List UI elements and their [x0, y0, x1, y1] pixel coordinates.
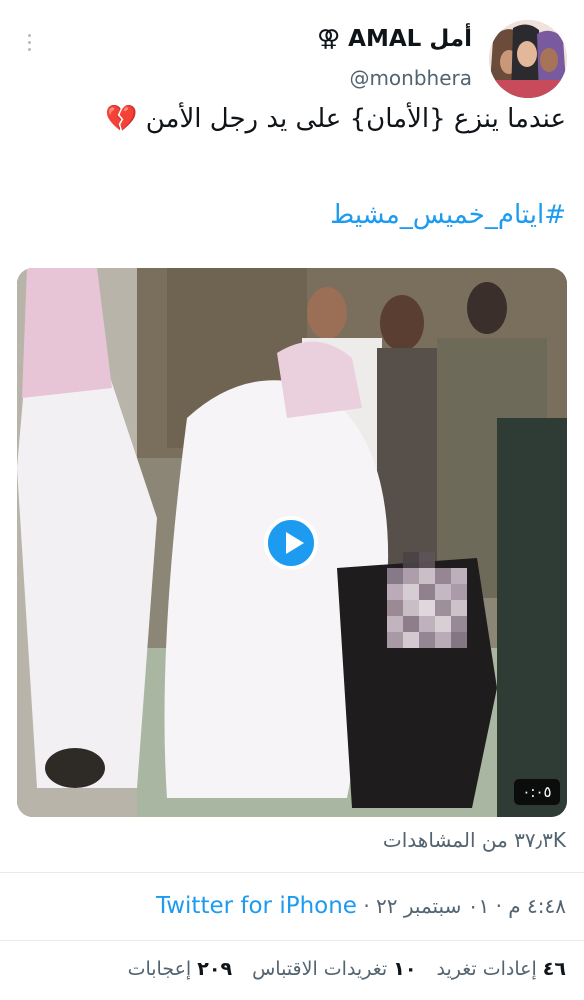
display-name[interactable]: أمل AMAL ⚢ [317, 26, 472, 52]
likes-stat[interactable]: ٢٠٩ إعجابات [128, 958, 232, 980]
tweet-metadata: ٤:٤٨ م · ٠١ سبتمبر ٢٢ · Twitter for iPho… [156, 893, 566, 919]
divider [0, 872, 584, 873]
likes-count: ٢٠٩ [197, 958, 233, 980]
avatar[interactable] [489, 20, 567, 98]
tweet-date[interactable]: ٠١ سبتمبر ٢٢ [376, 894, 489, 918]
video-player[interactable]: ٠:٠٥ [17, 268, 567, 817]
tweet-text: عندما ينزع {الأمان} على يد رجل الأمن 💔 [105, 104, 566, 134]
quotes-stat[interactable]: ١٠ تغريدات الاقتباس [252, 958, 416, 980]
quotes-label: تغريدات الاقتباس [252, 958, 388, 980]
views-number: ٣٧٫٣K [514, 828, 566, 852]
quotes-count: ١٠ [393, 958, 417, 980]
engagement-stats: ٤٦ إعادات تغريد ١٠ تغريدات الاقتباس ٢٠٩ … [114, 958, 566, 980]
video-duration: ٠:٠٥ [514, 779, 560, 805]
hashtag-link[interactable]: #ايتام_خميس_مشيط [330, 200, 566, 230]
tweet-time[interactable]: ٤:٤٨ م [508, 894, 566, 918]
view-count: ٣٧٫٣K من المشاهدات [383, 828, 566, 852]
play-icon[interactable] [264, 516, 318, 570]
retweets-count: ٤٦ [542, 958, 566, 980]
meta-separator: · [363, 894, 370, 918]
meta-separator: · [495, 894, 502, 918]
tweet-source-link[interactable]: Twitter for iPhone [156, 893, 357, 919]
views-label: من المشاهدات [382, 828, 508, 852]
retweets-stat[interactable]: ٤٦ إعادات تغريد [436, 958, 566, 980]
user-handle[interactable]: @monbhera [349, 66, 472, 90]
likes-label: إعجابات [127, 958, 192, 980]
more-options-icon[interactable] [22, 34, 36, 56]
divider [0, 940, 584, 941]
retweets-label: إعادات تغريد [436, 958, 537, 980]
